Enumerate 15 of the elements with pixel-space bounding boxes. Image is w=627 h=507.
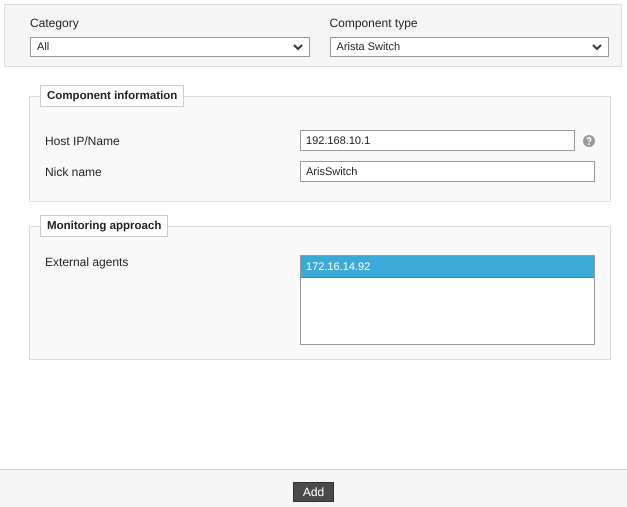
chevron-down-icon bbox=[592, 44, 602, 50]
help-icon[interactable] bbox=[583, 134, 595, 146]
field-label: External agents bbox=[45, 255, 130, 269]
filter-label: Category bbox=[30, 15, 80, 32]
field-label: Host IP/Name bbox=[45, 134, 121, 148]
dropdown-field[interactable]: All bbox=[30, 37, 310, 57]
section-title: Monitoring approach bbox=[40, 215, 168, 237]
chevron-down-icon bbox=[292, 44, 302, 50]
dropdown-field[interactable]: Arista Switch bbox=[330, 37, 609, 57]
field-label: Nick name bbox=[45, 164, 103, 178]
text-field[interactable]: 192.168.10.1 bbox=[300, 130, 575, 151]
filter-label: Component type bbox=[330, 15, 419, 32]
text-field[interactable]: ArisSwitch bbox=[300, 161, 595, 182]
add-button[interactable]: Add bbox=[292, 482, 334, 502]
section-title: Component information bbox=[40, 85, 184, 107]
